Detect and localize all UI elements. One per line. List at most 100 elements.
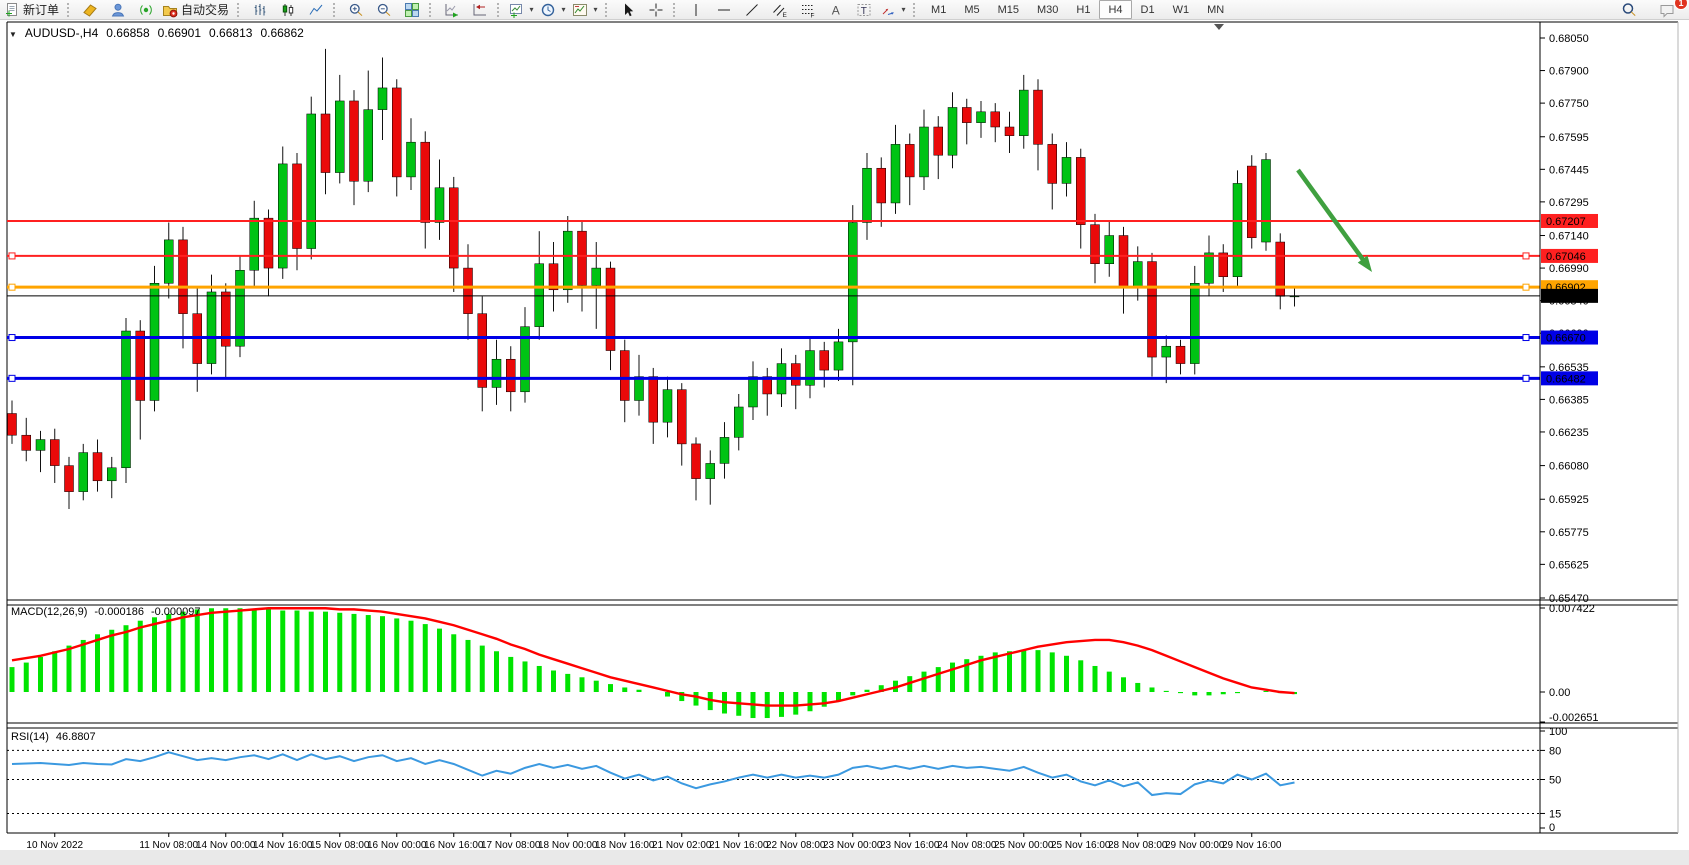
dropdown-caret[interactable]: ▾ — [527, 5, 536, 14]
macd-bar — [950, 663, 955, 692]
horizontal-line-button[interactable] — [710, 0, 738, 19]
templates-button[interactable]: ▾ — [570, 0, 602, 19]
crosshair-button[interactable] — [642, 0, 670, 19]
timeframe-h1[interactable]: H1 — [1067, 0, 1099, 19]
dropdown-caret[interactable]: ▾ — [899, 5, 908, 14]
chart-shift-marker — [1214, 24, 1224, 30]
line-chart-button[interactable] — [302, 0, 330, 19]
line-handle[interactable] — [9, 375, 15, 381]
community-button[interactable] — [104, 0, 132, 19]
candle-body — [435, 188, 444, 223]
candle-body — [848, 222, 857, 341]
fibonacci-button[interactable]: F — [794, 0, 822, 19]
zoom-in-button[interactable] — [342, 0, 370, 19]
line-handle[interactable] — [1523, 284, 1529, 290]
cursor-button[interactable] — [614, 0, 642, 19]
timeframe-d1[interactable]: D1 — [1132, 0, 1164, 19]
autotrading-button[interactable]: 自动交易 — [160, 0, 234, 19]
toolbar-grip[interactable] — [913, 3, 918, 17]
market-button[interactable] — [76, 0, 104, 19]
candle-body — [1076, 157, 1085, 224]
macd-bar — [1235, 692, 1240, 693]
chart-shift-button[interactable] — [466, 0, 494, 19]
timeframe-mn[interactable]: MN — [1198, 0, 1233, 19]
candle-body — [207, 292, 216, 364]
candle-body — [335, 101, 344, 173]
candle-body — [307, 114, 316, 249]
timeframe-m5[interactable]: M5 — [955, 0, 988, 19]
toolbar-grip[interactable] — [333, 3, 338, 17]
timeframe-h4[interactable]: H4 — [1099, 0, 1131, 19]
line-handle[interactable] — [1523, 253, 1529, 259]
trendline-button[interactable] — [738, 0, 766, 19]
dropdown-caret[interactable]: ▾ — [591, 5, 600, 14]
macd-bar — [1150, 687, 1155, 692]
timeframe-m1[interactable]: M1 — [922, 0, 955, 19]
panel-borders — [7, 22, 1678, 833]
candle-body — [563, 231, 572, 290]
price-axis[interactable] — [1540, 22, 1680, 833]
toolbar-grip[interactable] — [429, 3, 434, 17]
text-button[interactable]: A — [822, 0, 850, 19]
zoom-out-button[interactable] — [370, 0, 398, 19]
new-chart-button[interactable]: ▾ — [506, 0, 538, 19]
dropdown-caret[interactable]: ▾ — [559, 5, 568, 14]
candle-body — [635, 377, 644, 401]
notification-badge: 1 — [1674, 0, 1688, 10]
toolbar-grip[interactable] — [673, 3, 678, 17]
timeframe-m15[interactable]: M15 — [989, 0, 1028, 19]
candle-body — [392, 88, 401, 177]
candle-body — [592, 268, 601, 285]
cursor-icon — [620, 2, 636, 18]
toolbar-grip[interactable] — [497, 3, 502, 17]
panel-splitter[interactable] — [0, 600, 1689, 606]
time-axis[interactable] — [7, 833, 1540, 865]
line-handle[interactable] — [1523, 335, 1529, 341]
toolbar-grip[interactable] — [237, 3, 242, 17]
macd-bar — [808, 692, 813, 711]
equidistant-channel-button[interactable]: E — [766, 0, 794, 19]
text-label-button[interactable]: T — [850, 0, 878, 19]
toolbar-grip[interactable] — [605, 3, 610, 17]
new-order-button[interactable]: 新订单 — [2, 0, 64, 19]
signals-button[interactable] — [132, 0, 160, 19]
candle-body — [464, 268, 473, 314]
macd-bar — [580, 677, 585, 692]
macd-bar — [1007, 651, 1012, 692]
periodicity-button[interactable]: ▾ — [538, 0, 570, 19]
candle-body — [663, 390, 672, 423]
line-handle[interactable] — [1523, 375, 1529, 381]
candlesticks — [8, 49, 1300, 509]
timeframe-group: M1M5M15M30H1H4D1W1MN — [922, 0, 1233, 20]
macd-bar — [1178, 692, 1183, 693]
timeframe-w1[interactable]: W1 — [1164, 0, 1199, 19]
candle-body — [578, 231, 587, 285]
search-icon — [1621, 2, 1637, 18]
toolbar-right-group: 1 — [1615, 0, 1681, 19]
toolbar-grip[interactable] — [67, 3, 72, 17]
search-button[interactable] — [1615, 0, 1643, 19]
timeframe-m30[interactable]: M30 — [1028, 0, 1067, 19]
bar-chart-button[interactable] — [246, 0, 274, 19]
candle-body — [321, 114, 330, 173]
notifications-button[interactable]: 1 — [1653, 0, 1681, 19]
vertical-line-button[interactable] — [682, 0, 710, 19]
chart-shift-icon — [472, 2, 488, 18]
line-handle[interactable] — [9, 253, 15, 259]
candlestick-chart-button[interactable] — [274, 0, 302, 19]
macd-bar — [508, 657, 513, 692]
collapse-chart-icon[interactable]: ▼ — [9, 30, 17, 39]
panel-splitter[interactable] — [0, 723, 1689, 729]
candle-body — [1233, 183, 1242, 276]
arrows-button[interactable]: ▾ — [878, 0, 910, 19]
candle-body — [236, 270, 245, 346]
macd-bar — [181, 612, 186, 692]
macd-bar — [152, 617, 157, 692]
auto-scroll-button[interactable] — [438, 0, 466, 19]
line-handle[interactable] — [9, 284, 15, 290]
line-handle[interactable] — [9, 335, 15, 341]
macd-bar — [309, 612, 314, 692]
ohlc-close: 0.66862 — [260, 26, 303, 40]
macd-bar — [451, 634, 456, 692]
tile-windows-button[interactable] — [398, 0, 426, 19]
